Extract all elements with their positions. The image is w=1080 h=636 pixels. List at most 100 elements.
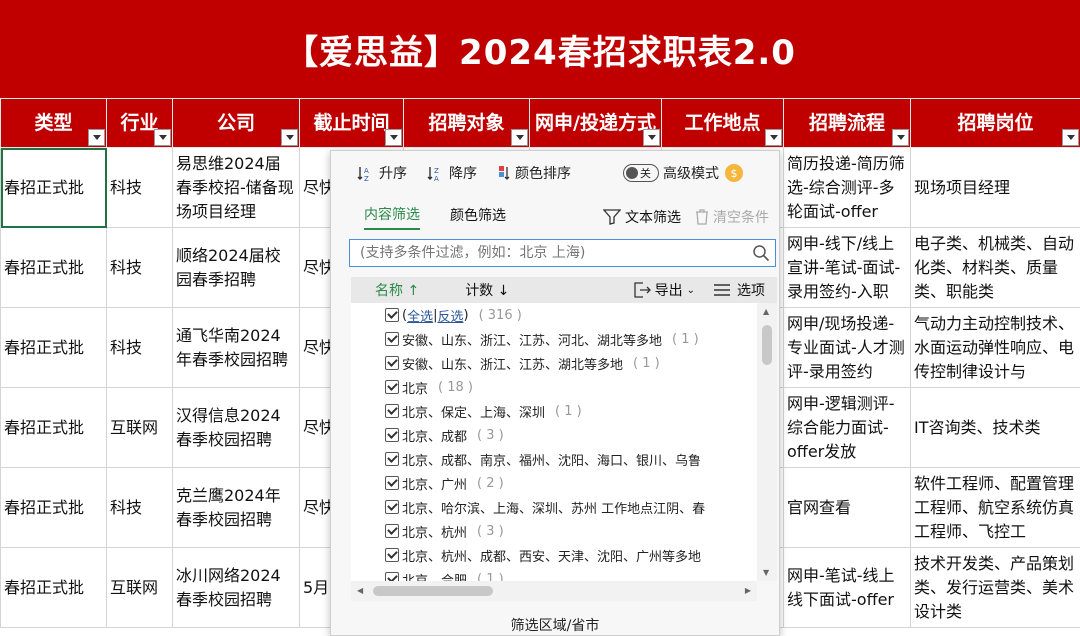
cell-positions[interactable]: 电子类、机械类、自动化类、材料类、质量类、职能类: [910, 227, 1080, 308]
horizontal-scroll-thumb[interactable]: [373, 586, 493, 596]
select-all-link[interactable]: 全选: [407, 306, 433, 325]
filter-search-input[interactable]: [349, 239, 776, 267]
checkbox[interactable]: [385, 308, 399, 322]
advanced-mode-toggle[interactable]: 关: [623, 164, 659, 182]
filter-dropdown-button[interactable]: [281, 129, 298, 146]
filter-dropdown-button[interactable]: [643, 129, 660, 146]
cell-type[interactable]: 春招正式批: [0, 147, 107, 228]
cell-company[interactable]: 通飞华南2024年春季校园招聘: [172, 307, 300, 388]
chevron-down-icon: ⌄: [686, 284, 695, 296]
list-item[interactable]: 安徽、山东、浙江、江苏、湖北等多地( 1 ): [351, 351, 777, 375]
search-icon[interactable]: [752, 244, 770, 262]
text-filter-button[interactable]: 文本筛选: [603, 207, 681, 227]
cell-company[interactable]: 易思维2024届春季校招-储备现场项目经理: [172, 147, 300, 228]
cell-positions[interactable]: 气动力主动控制技术、水面运动弹性响应、电传控制律设计与: [910, 307, 1080, 388]
cell-process[interactable]: 官网查看: [783, 467, 911, 548]
checkbox[interactable]: [385, 452, 399, 466]
sort-ascending-button[interactable]: AZ 升序: [357, 163, 407, 183]
select-all-row[interactable]: (全选 | 反选) ( 316 ): [351, 303, 777, 327]
options-button[interactable]: 选项: [713, 280, 765, 300]
cell-positions[interactable]: IT咨询类、技术类: [910, 387, 1080, 468]
list-item[interactable]: 北京、成都、南京、福州、沈阳、海口、银川、乌鲁: [351, 447, 777, 471]
cell-company[interactable]: 汉得信息2024春季校园招聘: [172, 387, 300, 468]
list-item[interactable]: 安徽、山东、浙江、江苏、河北、湖北等多地( 1 ): [351, 327, 777, 351]
cell-process[interactable]: 网申-线下/线上宣讲-笔试-面试-录用签约-入职: [783, 227, 911, 308]
cell-process[interactable]: 网申/现场投递-专业面试-人才测评-录用签约: [783, 307, 911, 388]
cell-company[interactable]: 顺络2024届校园春季招聘: [172, 227, 300, 308]
cell-company[interactable]: 冰川网络2024春季校园招聘: [172, 547, 300, 628]
cell-industry[interactable]: 科技: [106, 147, 173, 228]
checkbox[interactable]: [385, 428, 399, 442]
export-button[interactable]: 导出 ⌄: [633, 280, 695, 300]
list-item[interactable]: 北京、保定、上海、深圳( 1 ): [351, 399, 777, 423]
cell-process[interactable]: 简历投递-简历筛选-综合测评-多轮面试-offer: [783, 147, 911, 228]
cell-process[interactable]: 网申-逻辑测评-综合能力面试-offer发放: [783, 387, 911, 468]
checkbox[interactable]: [385, 380, 399, 394]
horizontal-scrollbar[interactable]: ◀ ▶: [351, 581, 757, 601]
cell-industry[interactable]: 科技: [106, 467, 173, 548]
checkbox[interactable]: [385, 524, 399, 538]
cell-industry[interactable]: 互联网: [106, 547, 173, 628]
cell-type[interactable]: 春招正式批: [0, 227, 107, 308]
filter-dropdown-button[interactable]: [765, 129, 782, 146]
cell-type[interactable]: 春招正式批: [0, 307, 107, 388]
tab-color-filter[interactable]: 颜色筛选: [450, 205, 506, 229]
clear-conditions-button[interactable]: 清空条件: [695, 207, 769, 227]
funnel-icon: [603, 209, 621, 225]
scroll-up-icon[interactable]: ▲: [763, 307, 769, 316]
filter-tabs: 内容筛选 颜色筛选 文本筛选 清空条件: [331, 201, 779, 233]
vertical-scrollbar[interactable]: ▲ ▼: [757, 303, 777, 581]
filter-toolbar: AZ 升序 ZA 降序 颜色排序 关 高级模式 $: [331, 151, 779, 195]
checkbox[interactable]: [385, 500, 399, 514]
vertical-scroll-thumb[interactable]: [762, 325, 772, 365]
arrow-up-icon: ↑: [407, 283, 420, 299]
cell-type[interactable]: 春招正式批: [0, 547, 107, 628]
color-sort-button[interactable]: 颜色排序: [497, 163, 571, 183]
filter-dropdown-button[interactable]: [892, 129, 909, 146]
color-sort-icon: [499, 166, 510, 180]
cell-industry[interactable]: 科技: [106, 307, 173, 388]
checkbox[interactable]: [385, 548, 399, 562]
header-positions: 招聘岗位: [910, 98, 1080, 148]
filter-dropdown-button[interactable]: [154, 129, 171, 146]
cell-industry[interactable]: 互联网: [106, 387, 173, 468]
checkbox[interactable]: [385, 476, 399, 490]
cell-process[interactable]: 网申-笔试-线上线下面试-offer: [783, 547, 911, 628]
filter-dropdown-button[interactable]: [511, 129, 528, 146]
svg-text:A: A: [364, 167, 369, 175]
cell-type[interactable]: 春招正式批: [0, 387, 107, 468]
filter-dropdown-button[interactable]: [88, 129, 105, 146]
scroll-left-icon[interactable]: ◀: [357, 586, 363, 595]
checkbox[interactable]: [385, 332, 399, 346]
cell-positions[interactable]: 现场项目经理: [910, 147, 1080, 228]
filter-value-list: (全选 | 反选) ( 316 ) 安徽、山东、浙江、江苏、河北、湖北等多地( 1 …: [351, 303, 777, 581]
scroll-right-icon[interactable]: ▶: [745, 586, 751, 595]
sort-ascending-icon: AZ: [357, 167, 369, 182]
cell-positions[interactable]: 软件工程师、配置管理工程师、航空系统仿真工程师、飞控工: [910, 467, 1080, 548]
scroll-down-icon[interactable]: ▼: [763, 568, 769, 577]
sort-by-count-button[interactable]: 计数 ↓: [465, 280, 509, 300]
sort-by-name-button[interactable]: 名称 ↑: [375, 280, 419, 300]
filter-dropdown-button[interactable]: [1062, 129, 1079, 146]
list-item[interactable]: 北京、杭州、成都、西安、天津、沈阳、广州等多地: [351, 543, 777, 567]
list-item[interactable]: 北京( 18 ): [351, 375, 777, 399]
sort-descending-button[interactable]: ZA 降序: [427, 163, 477, 183]
checkbox[interactable]: [385, 356, 399, 370]
checkbox[interactable]: [385, 572, 399, 581]
list-item[interactable]: 北京、广州( 2 ): [351, 471, 777, 495]
filter-column-label: 筛选区域/省市: [510, 618, 600, 634]
cell-industry[interactable]: 科技: [106, 227, 173, 308]
list-item[interactable]: 北京、成都( 3 ): [351, 423, 777, 447]
toggle-knob: [626, 167, 638, 179]
header-company: 公司: [172, 98, 300, 148]
tab-content-filter[interactable]: 内容筛选: [364, 204, 420, 230]
list-item[interactable]: 北京、合肥( 1 ): [351, 567, 777, 581]
list-item[interactable]: 北京、杭州( 3 ): [351, 519, 777, 543]
cell-type[interactable]: 春招正式批: [0, 467, 107, 548]
invert-selection-link[interactable]: 反选: [437, 306, 463, 325]
filter-dropdown-button[interactable]: [385, 129, 402, 146]
cell-positions[interactable]: 技术开发类、产品策划类、发行运营类、美术设计类: [910, 547, 1080, 628]
cell-company[interactable]: 克兰鹰2024年春季校园招聘: [172, 467, 300, 548]
list-item[interactable]: 北京、哈尔滨、上海、深圳、苏州 工作地点江阴、春: [351, 495, 777, 519]
checkbox[interactable]: [385, 404, 399, 418]
